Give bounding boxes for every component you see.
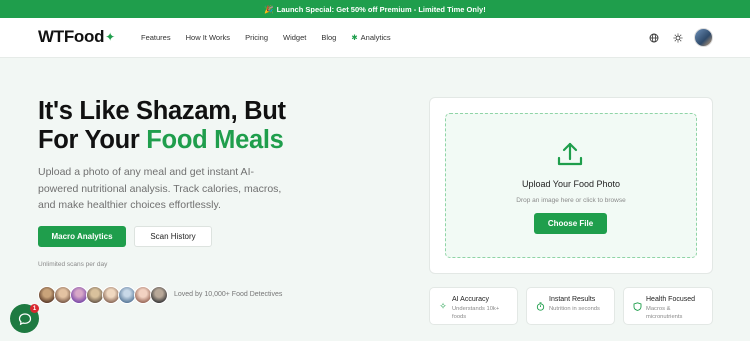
nav-blog[interactable]: Blog	[321, 33, 336, 42]
feature-desc-line: foods	[452, 313, 467, 320]
feature-desc-line: Understands 10k+	[452, 306, 500, 312]
chat-icon	[18, 312, 31, 325]
hero-title: It's Like Shazam, But For Your Food Meal…	[38, 97, 286, 155]
upload-title: Upload Your Food Photo	[521, 179, 621, 189]
scans-note: Unlimited scans per day	[38, 261, 108, 268]
feature-desc-line: Nutrition in seconds	[549, 306, 600, 312]
nav-features[interactable]: Features	[141, 33, 171, 42]
sparkles-icon: ✧	[439, 300, 447, 311]
feature-desc-line: micronutrients	[646, 313, 683, 320]
choose-file-button[interactable]: Choose File	[534, 213, 607, 234]
analytics-icon: ✱	[351, 33, 358, 42]
nav-pricing[interactable]: Pricing	[245, 33, 268, 42]
avatar	[150, 286, 168, 304]
upload-hint: Drop an image here or click to browse	[516, 197, 626, 204]
sun-icon[interactable]	[672, 32, 684, 44]
feature-title: AI Accuracy	[452, 296, 489, 303]
nav-widget[interactable]: Widget	[283, 33, 306, 42]
nav-how-it-works[interactable]: How It Works	[186, 33, 230, 42]
feature-desc-line: Macros &	[646, 306, 671, 312]
promo-text: Launch Special: Get 50% off Premium - Li…	[276, 4, 486, 14]
feature-title: Health Focused	[646, 296, 696, 303]
promo-banner[interactable]: 🎉 Launch Special: Get 50% off Premium - …	[0, 0, 750, 18]
hero-title-accent: Food Meals	[146, 126, 284, 154]
user-avatar[interactable]	[694, 28, 713, 47]
hero-title-line2: For Your Food Meals	[38, 126, 286, 155]
scan-history-button[interactable]: Scan History	[134, 226, 212, 247]
chat-badge: 1	[30, 304, 39, 313]
shield-icon	[632, 301, 642, 311]
sparkle-icon: ✦	[105, 30, 115, 44]
upload-icon	[555, 139, 585, 169]
feature-title: Instant Results	[549, 296, 596, 303]
site-header: WTFood ✦ Features How It Works Pricing W…	[0, 18, 750, 58]
logo-text: WTFood	[38, 27, 105, 46]
feature-desc: Macros & micronutrients	[646, 306, 682, 321]
hero-title-line1: It's Like Shazam, But	[38, 97, 286, 125]
party-icon: 🎉	[264, 4, 274, 14]
nav-analytics[interactable]: ✱ Analytics	[351, 33, 390, 42]
feature-card-instant-results: Instant Results Nutrition in seconds	[526, 287, 615, 325]
feature-desc: Understands 10k+ foods	[452, 306, 499, 321]
logo[interactable]: WTFood ✦	[38, 27, 115, 47]
feature-card-health-focused: Health Focused Macros & micronutrients	[623, 287, 713, 325]
macro-analytics-button[interactable]: Macro Analytics	[38, 226, 126, 247]
main-nav: Features How It Works Pricing Widget Blo…	[141, 33, 391, 42]
nav-analytics-label: Analytics	[360, 33, 391, 42]
feature-card-ai-accuracy: ✧ AI Accuracy Understands 10k+ foods	[429, 287, 518, 325]
feature-desc: Nutrition in seconds	[549, 306, 600, 314]
hero-title-prefix: For Your	[38, 126, 147, 154]
social-proof-text: Loved by 10,000+ Food Detectives	[174, 291, 283, 298]
globe-icon[interactable]	[648, 32, 660, 44]
hero-subtitle: Upload a photo of any meal and get insta…	[38, 166, 282, 211]
timer-icon	[535, 301, 545, 311]
